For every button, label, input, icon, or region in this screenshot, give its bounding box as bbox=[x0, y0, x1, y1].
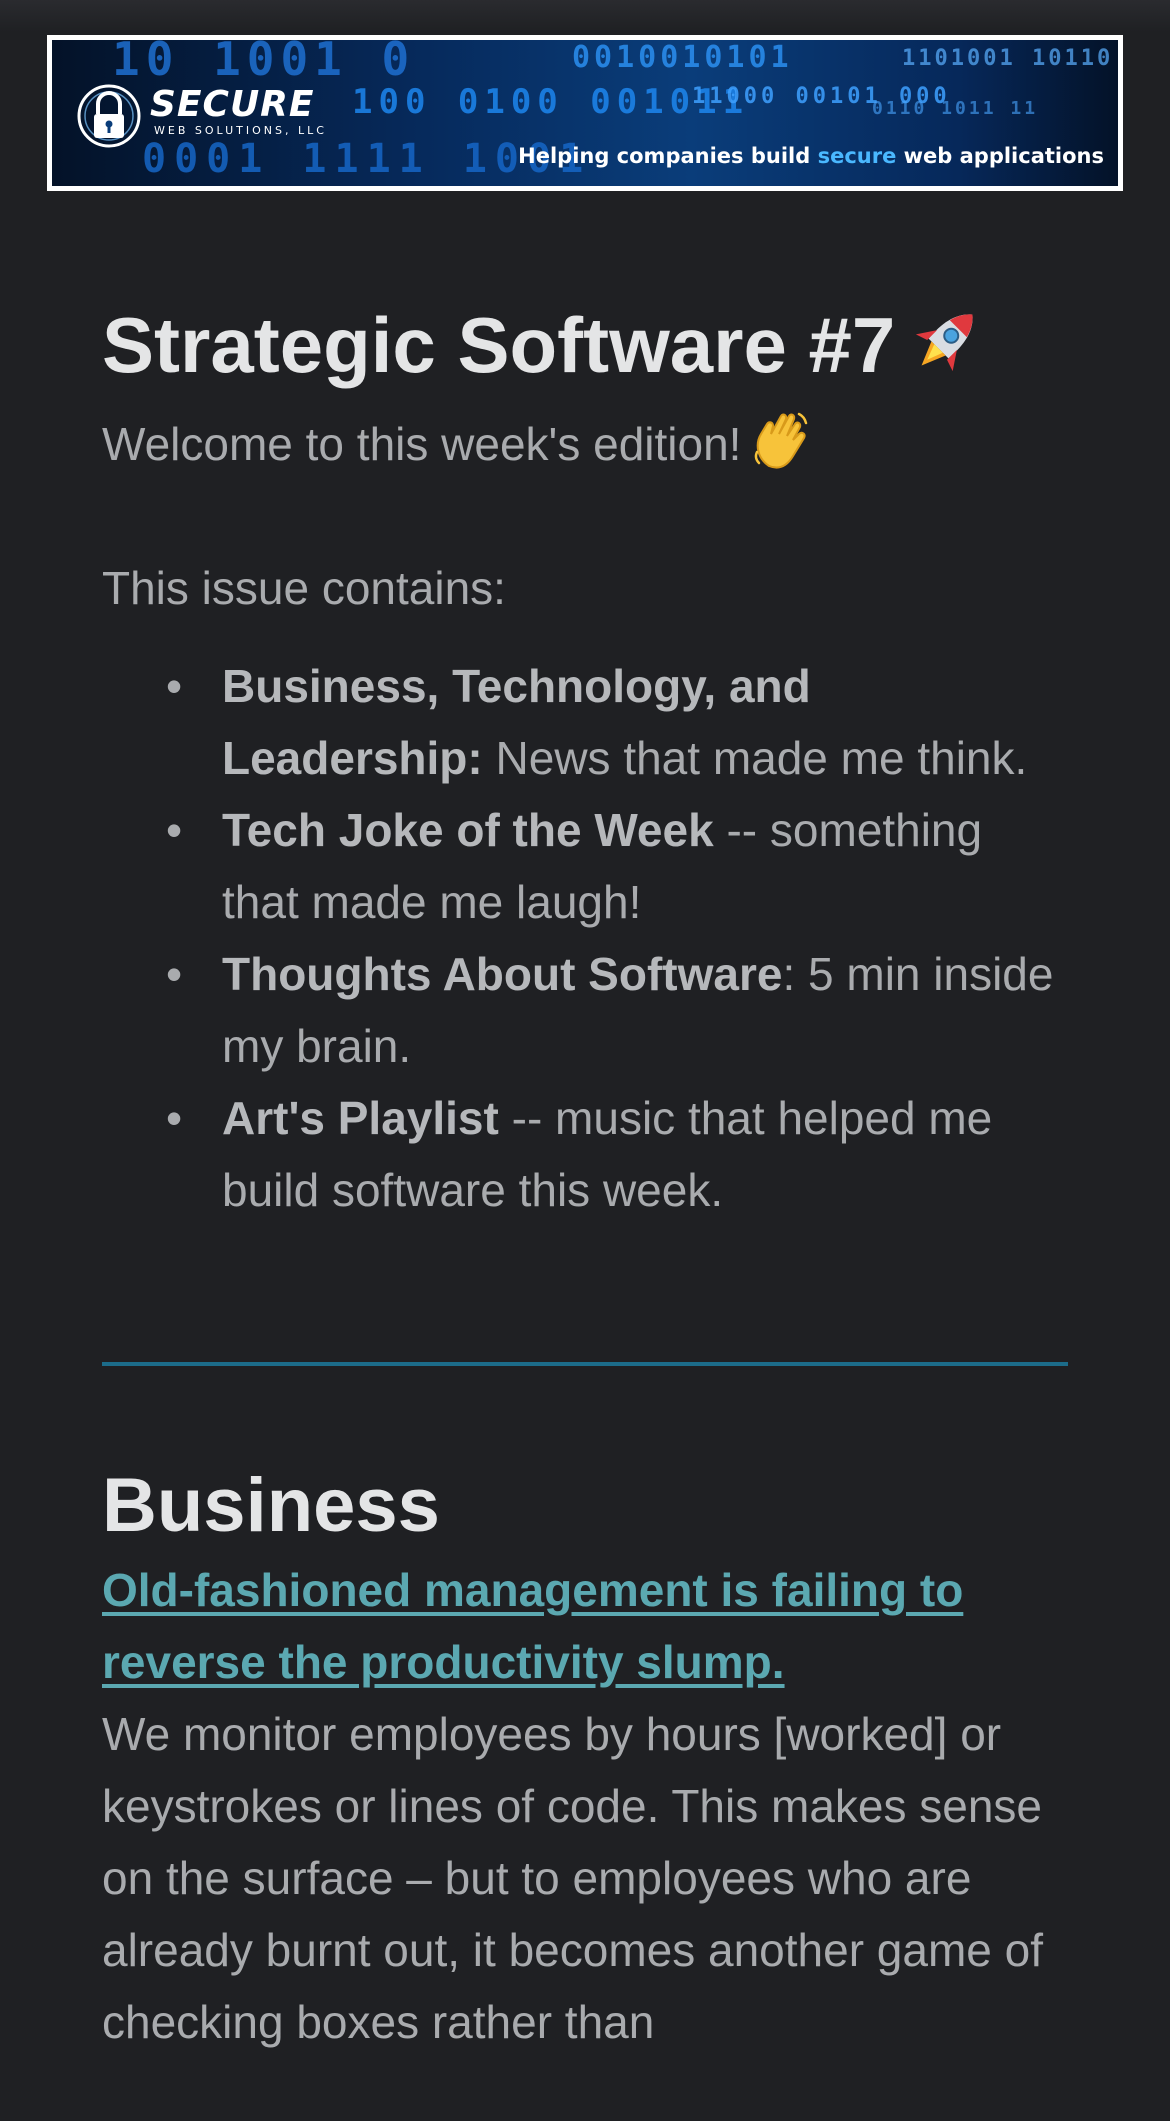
binary-text: 1101001 10110 bbox=[902, 46, 1114, 71]
binary-text: 0010010101 bbox=[572, 40, 793, 75]
article-body: We monitor employees by hours [worked] o… bbox=[102, 1708, 1044, 2048]
banner-tagline: Helping companies build secure web appli… bbox=[518, 144, 1104, 168]
newsletter-title: Strategic Software #7 bbox=[102, 290, 1070, 400]
list-item: • Business, Technology, and Leadership: N… bbox=[166, 650, 1070, 794]
bullet: • bbox=[166, 1092, 183, 1144]
tagline-suffix: web applications bbox=[896, 144, 1104, 168]
item-heading: Art's Playlist bbox=[222, 1092, 499, 1144]
article-link[interactable]: Old-fashioned management is failing to r… bbox=[102, 1554, 1070, 1698]
bullet: • bbox=[166, 660, 183, 712]
top-bar bbox=[0, 0, 1170, 32]
tagline-accent: secure bbox=[817, 144, 897, 168]
binary-text: 100 0100 001011 bbox=[352, 82, 750, 122]
list-item: • Tech Joke of the Week -- something that… bbox=[166, 794, 1070, 938]
section-divider bbox=[102, 1362, 1068, 1366]
header-banner[interactable]: 10 1001 0 100 0100 001011 0001 1111 1001… bbox=[47, 35, 1123, 191]
business-heading: Business bbox=[102, 1463, 440, 1548]
tagline-prefix: Helping companies build bbox=[518, 144, 818, 168]
item-text: News that made me think. bbox=[482, 732, 1028, 784]
list-item: • Thoughts About Software: 5 min inside m… bbox=[166, 938, 1070, 1082]
banner-image: 10 1001 0 100 0100 001011 0001 1111 1001… bbox=[52, 40, 1118, 186]
bullet: • bbox=[166, 804, 183, 856]
binary-text: 0110 1011 11 bbox=[872, 98, 1039, 119]
item-heading: Tech Joke of the Week bbox=[222, 804, 714, 856]
newsletter-body: Strategic Software #7 Welcome to this we… bbox=[102, 290, 1070, 2058]
brand-name: SECURE bbox=[150, 84, 315, 125]
bullet: • bbox=[166, 948, 183, 1000]
welcome-message: Welcome to this week's edition! bbox=[102, 418, 742, 470]
contains-label: This issue contains: bbox=[102, 562, 506, 614]
binary-text: 10 1001 0 bbox=[112, 40, 416, 86]
brand-subtitle: WEB SOLUTIONS, LLC bbox=[154, 124, 327, 137]
issue-contents-list: • Business, Technology, and Leadership: N… bbox=[102, 650, 1070, 1226]
waving-hand-emoji-icon bbox=[755, 412, 808, 469]
lock-icon bbox=[77, 84, 141, 148]
title-text: Strategic Software #7 bbox=[102, 301, 896, 389]
item-heading: Thoughts About Software bbox=[222, 948, 783, 1000]
rocket-emoji-icon bbox=[916, 314, 973, 372]
welcome-text: Welcome to this week's edition! bbox=[102, 408, 1070, 480]
list-item: • Art's Playlist -- music that helped me … bbox=[166, 1082, 1070, 1226]
